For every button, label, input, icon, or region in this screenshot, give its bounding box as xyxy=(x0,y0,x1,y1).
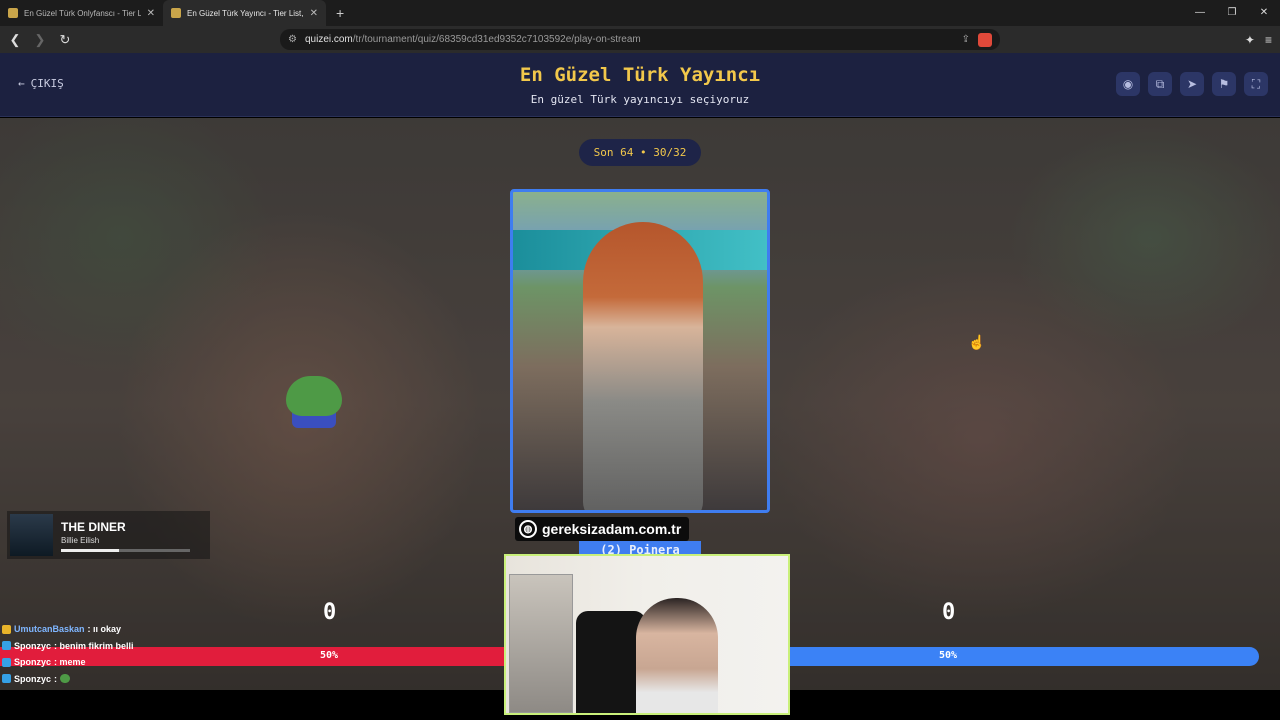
close-window-icon[interactable]: ✕ xyxy=(1248,0,1280,26)
header-actions: ◉ ⧉ ➤ ⚑ ⛶ xyxy=(1116,72,1268,96)
song-title: THE DINER xyxy=(61,520,126,534)
streamer xyxy=(636,598,718,713)
song-progress-fill xyxy=(61,549,120,552)
new-tab-button[interactable]: + xyxy=(336,5,344,21)
menu-icon[interactable]: ≡ xyxy=(1265,33,1272,47)
restore-icon[interactable]: ❐ xyxy=(1216,0,1248,26)
window-controls: — ❐ ✕ xyxy=(1184,0,1280,26)
close-tab-icon[interactable]: ✕ xyxy=(147,8,155,19)
chat-username: Sponzyc xyxy=(14,640,52,651)
page-title: En Güzel Türk Yayıncı xyxy=(519,64,761,86)
chat-text: : meme xyxy=(54,657,86,668)
hand-cursor-icon: ☝ xyxy=(968,334,986,350)
right-score: 0 xyxy=(942,600,956,625)
browser-toolbar: ❮ ❯ ↻ ⚙ quizei.com/tr/tournament/quiz/68… xyxy=(0,26,1280,53)
chat-username: UmutcanBaskan xyxy=(14,624,85,635)
favicon-icon xyxy=(8,8,18,18)
extensions-icon[interactable]: ✦ xyxy=(1245,33,1255,47)
candidate-photo[interactable] xyxy=(510,189,770,513)
globe-icon: ◍ xyxy=(519,520,537,538)
minimize-icon[interactable]: — xyxy=(1184,0,1216,26)
song-progress xyxy=(61,549,190,552)
pepe-emote-icon xyxy=(286,376,342,428)
address-bar[interactable]: ⚙ quizei.com/tr/tournament/quiz/68359cd3… xyxy=(280,29,1000,50)
url-path: /tr/tournament/quiz/68359cd31ed9352c7103… xyxy=(352,34,641,45)
forward-icon[interactable]: ❯ xyxy=(30,32,50,48)
reload-icon[interactable]: ↻ xyxy=(55,32,75,48)
webcam-feed xyxy=(504,554,790,715)
subscriber-badge-icon xyxy=(2,624,11,634)
browser-tab-1[interactable]: En Güzel Türk Onlyfanscı - Tier List, K … xyxy=(0,0,163,26)
brave-shield-icon[interactable] xyxy=(978,32,992,47)
chat-message: Sponzyc : benim fikrim belli xyxy=(0,638,340,655)
chat-text: : benim fikrim belli xyxy=(54,640,134,651)
share-page-icon[interactable]: ⇪ xyxy=(962,34,970,45)
fullscreen-icon[interactable]: ⛶ xyxy=(1244,72,1268,96)
tab-label: En Güzel Türk Onlyfanscı - Tier List, K xyxy=(24,8,141,18)
app-header: ← ÇIKIŞ En Güzel Türk Yayıncı En güzel T… xyxy=(0,53,1280,117)
chat-message: Sponzyc : xyxy=(0,671,340,688)
send-icon[interactable]: ➤ xyxy=(1180,72,1204,96)
round-indicator: Son 64 • 30/32 xyxy=(579,139,701,166)
now-playing-widget: THE DINER Billie Eilish xyxy=(7,511,210,559)
subscriber-badge-icon xyxy=(2,641,11,651)
site-watermark-text: gereksizadam.com.tr xyxy=(542,521,682,537)
eye-icon[interactable]: ◉ xyxy=(1116,72,1140,96)
tab-label: En Güzel Türk Yayıncı - Tier List, K xyxy=(187,8,304,18)
photo-person xyxy=(583,222,703,510)
chat-username: Sponzyc xyxy=(14,673,52,684)
subscriber-badge-icon xyxy=(2,674,11,684)
back-icon[interactable]: ❮ xyxy=(5,32,25,48)
site-watermark: ◍ gereksizadam.com.tr xyxy=(515,517,690,541)
favicon-icon xyxy=(171,8,181,18)
close-tab-icon[interactable]: ✕ xyxy=(310,8,318,19)
pepe-head xyxy=(286,376,342,416)
chat-message: Sponzyc : meme xyxy=(0,654,340,671)
chat-overlay: UmutcanBaskan : ıı okay Sponzyc : benim … xyxy=(0,621,340,687)
toolbar-right: ✦ ≡ xyxy=(1245,26,1272,53)
chat-text: : ıı okay xyxy=(87,624,122,635)
wall-portrait xyxy=(509,574,573,713)
site-info-icon[interactable]: ⚙ xyxy=(288,34,297,45)
right-vote-percent: 50% xyxy=(939,650,958,661)
subscriber-badge-icon xyxy=(2,657,11,667)
flag-icon[interactable]: ⚑ xyxy=(1212,72,1236,96)
share-icon[interactable]: ⧉ xyxy=(1148,72,1172,96)
song-artist: Billie Eilish xyxy=(61,536,100,545)
chat-username: Sponzyc xyxy=(14,657,52,668)
browser-tab-bar: En Güzel Türk Onlyfanscı - Tier List, K … xyxy=(0,0,1280,26)
page-subtitle: En güzel Türk yayıncıyı seçiyoruz xyxy=(530,93,750,106)
frog-emote-icon xyxy=(60,674,71,684)
chat-text: : xyxy=(54,673,58,684)
album-art xyxy=(10,514,53,556)
url-text[interactable]: quizei.com/tr/tournament/quiz/68359cd31e… xyxy=(305,34,954,45)
chat-message: UmutcanBaskan : ıı okay xyxy=(0,621,340,638)
url-domain: quizei.com xyxy=(304,34,353,45)
browser-tab-2[interactable]: En Güzel Türk Yayıncı - Tier List, K ✕ xyxy=(163,0,326,26)
right-vote-bar xyxy=(789,647,1259,666)
